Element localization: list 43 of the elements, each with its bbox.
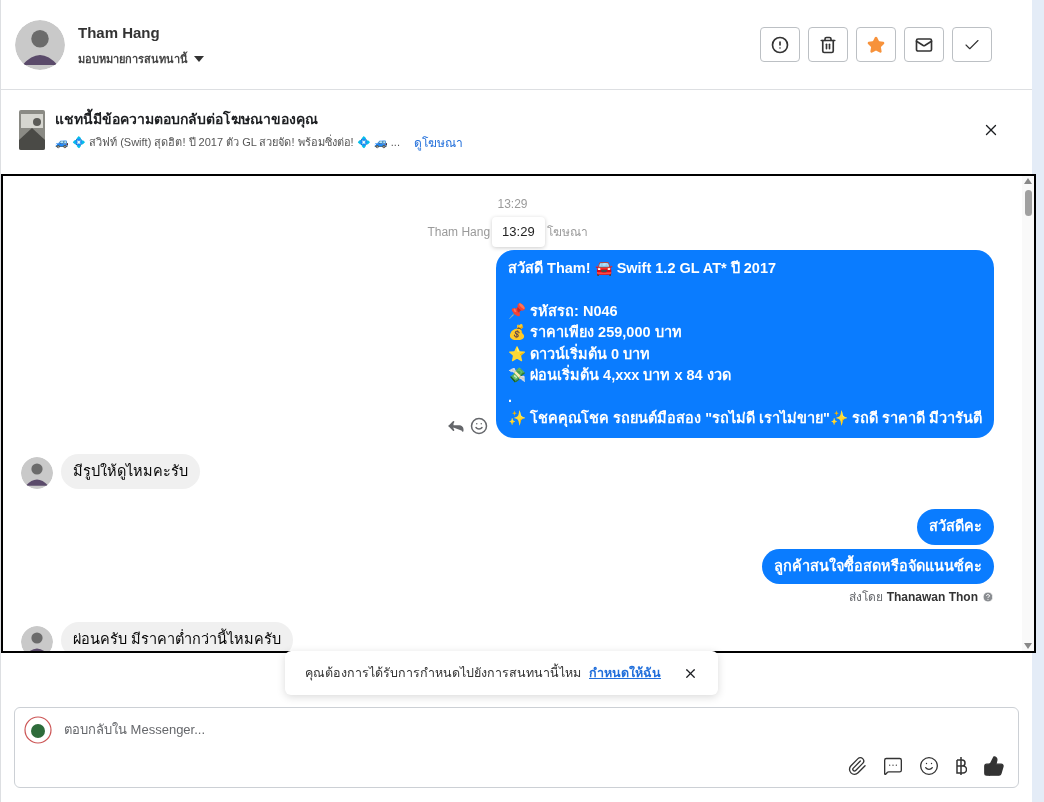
trash-icon [819,35,837,54]
scroll-thumb[interactable] [1024,190,1032,216]
mail-button[interactable] [904,27,944,62]
reply-note: Tham Hang [427,223,491,241]
help-icon [982,591,994,603]
ad-snippet: 🚙 💠 สวิฟท์ (Swift) สุดฮิต! ปี 2017 ตัว GL สวยจัด! พร้อมซิ่งต่อ! 💠 🚙 ... [55,134,400,151]
scrollbar[interactable] [1022,176,1034,651]
assign-question: คุณต้องการได้รับการกำหนดไปยังการสนทนานี้ไหม [305,663,581,683]
assign-dropdown[interactable]: มอบหมายการสนทนานี้ [78,50,204,67]
scroll-down-icon[interactable] [1024,643,1032,649]
like-icon[interactable] [983,755,1005,777]
message-bubble: สวัสดี Tham! 🚘 Swift 1.2 GL AT* ปี 2017 📌 รหัสรถ: N046 💰 ราคาเพียง 259,000 บาท ⭐ ดาวน์เริ่มต้น 0 บาท 💸 ผ่อนเริ่มต้น 4,xxx บาท x 84 งวด . ✨ โชคคุณโชค รถยนต์มือสอง "รถไม่ดี เราไม่ขาย"✨ รถดี ราคาดี มีวารันตี [496,249,994,438]
alert-icon [771,35,789,54]
attach-icon[interactable] [847,756,867,776]
message-bubble: ลูกค้าสนใจซื้อสดหรือจัดแนนซ์คะ [762,548,994,584]
message-bubble: สวัสดีคะ [917,509,994,545]
sender-name: Thanawan Thon [886,589,978,606]
assign-to-me-link[interactable]: กำหนดให้ฉัน [589,663,661,683]
timestamp: 13:29 [497,196,528,213]
check-button[interactable] [952,27,992,62]
avatar [15,19,65,70]
star-button[interactable] [856,27,896,62]
scroll-up-icon[interactable] [1024,178,1032,184]
chat-bubble-icon[interactable] [883,756,903,776]
baht-icon[interactable] [955,756,967,776]
caret-icon [194,55,204,62]
reply-note: โฆษณา [546,223,588,241]
avatar [21,457,53,489]
mail-icon [915,35,933,54]
star-icon [867,35,885,54]
avatar [21,625,53,651]
view-ad-link[interactable]: ดูโฆษณา [413,133,463,152]
alert-button[interactable] [760,27,800,62]
page-logo-icon [24,716,52,744]
time-tooltip: 13:29 [492,217,545,247]
ad-title: แชทนี้มีข้อความตอบกลับต่อโฆษณาของคุณ [55,108,319,130]
message-bubble: ผ่อนครับ มีราคาต่ำกว่านี้ไหมครับ [61,622,294,651]
message-bubble: มีรูปให้ดูไหมคะรับ [61,453,200,489]
contact-name: Tham Hang [78,23,161,43]
sent-by-label: ส่งโดย [848,589,883,606]
trash-button[interactable] [808,27,848,62]
emoji-icon[interactable] [919,756,939,776]
emoji-icon[interactable] [470,416,489,435]
